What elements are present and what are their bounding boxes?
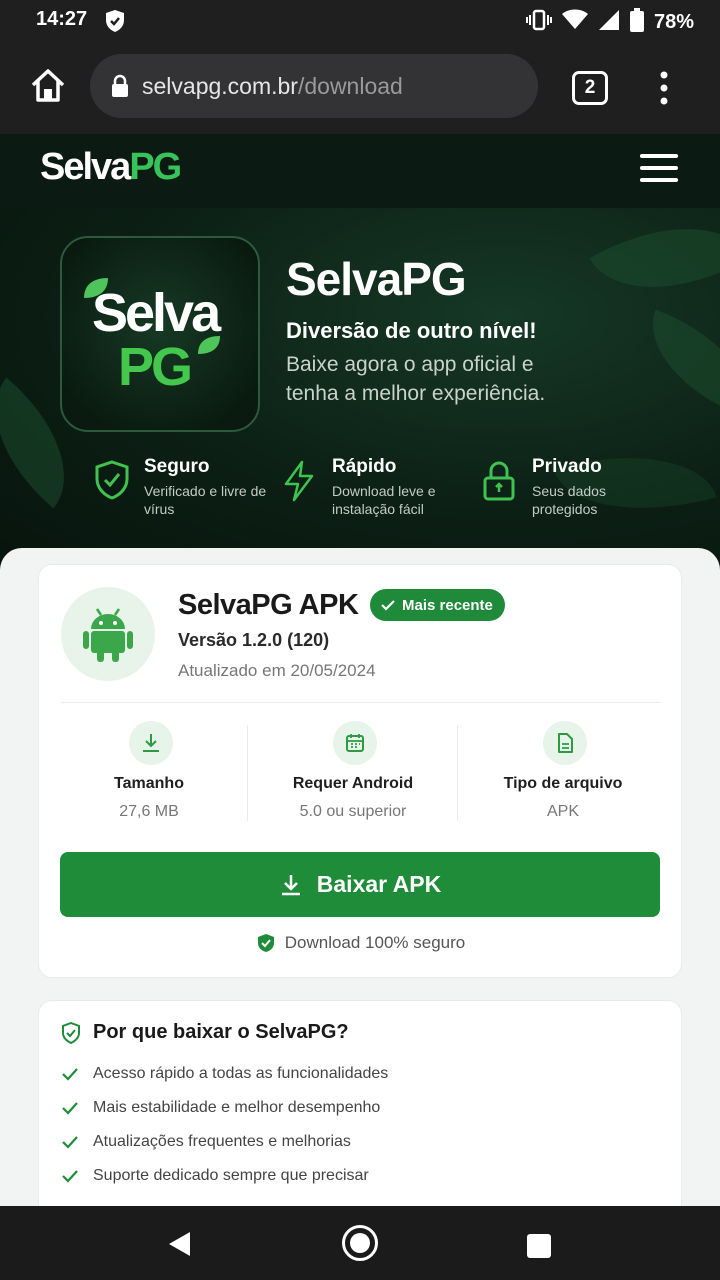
shield-check-icon [257,934,274,952]
benefits-list: Acesso rápido a todas as funcionalidades… [61,1063,388,1199]
benefit-item: Atualizações frequentes e melhorias [61,1131,388,1165]
shield-check-icon [94,460,130,505]
url-bar[interactable]: selvapg.com.br/download [90,54,538,118]
download-apk-button[interactable]: Baixar APK [60,852,660,917]
calendar-icon [333,721,377,765]
tile-text-pg: PG [118,337,193,397]
why-title: Por que baixar o SelvaPG? [93,1021,349,1043]
hero-description: Baixe agora o app oficial e tenha a melh… [286,353,546,405]
stat-separator [457,725,458,821]
home-nav-icon[interactable] [342,1225,378,1261]
benefit-text: Mais estabilidade e melhor desempenho [93,1099,381,1116]
lock-icon [482,460,516,507]
check-icon [62,1136,78,1149]
secure-download-note: Download 100% seguro [39,933,683,953]
feature-description: Download leve e instalação fácil [332,483,436,517]
stat-label: Tamanho [114,775,184,792]
download-button-label: Baixar APK [316,871,442,897]
secure-note-text: Download 100% seguro [284,933,466,952]
stat-label: Tipo de arquivo [503,775,623,792]
file-icon [543,721,587,765]
stat-label: Requer Android [292,775,414,792]
tab-switcher-button[interactable]: 2 [572,71,608,105]
check-icon [62,1102,78,1115]
stat-file-type: Tipo de arquivo APK [463,721,663,831]
stat-size: Tamanho 27,6 MB [49,721,249,831]
logo-text-pg: PG [129,146,182,188]
site-logo[interactable]: SelvaPG [40,146,182,189]
feature-title: Privado [532,456,602,477]
status-time: 14:27 [36,8,88,30]
hero-section: Selva PG SelvaPG Diversão de outro nível… [0,208,720,568]
recent-apps-icon[interactable] [527,1234,551,1258]
stat-value: APK [546,803,579,820]
vibrate-icon [525,9,552,36]
apk-version: Versão 1.2.0 (120) [178,630,330,650]
hamburger-menu-icon[interactable] [640,154,678,184]
feature-title: Seguro [144,456,210,477]
url-path: /download [297,73,403,99]
apk-title: SelvaPG APK [178,589,359,621]
app-logo-tile: Selva PG [60,236,260,432]
benefit-text: Suporte dedicado sempre que precisar [93,1167,369,1184]
latest-badge: Mais recente [370,589,505,621]
browser-toolbar: selvapg.com.br/download 2 [0,40,720,134]
system-nav-bar [0,1206,720,1280]
check-icon [62,1068,78,1081]
signal-icon [598,9,620,36]
download-icon [129,721,173,765]
leaf-icon [198,336,220,354]
battery-icon [629,8,644,37]
hero-title: SelvaPG [286,253,467,305]
feature-title: Rápido [332,456,397,477]
more-options-icon[interactable] [652,70,676,106]
download-icon [281,874,300,895]
benefit-item: Acesso rápido a todas as funcionalidades [61,1063,388,1097]
divider [61,702,661,703]
hero-subtitle: Diversão de outro nível! [286,318,537,343]
stat-separator [247,725,248,821]
site-header: SelvaPG [0,134,720,208]
benefit-text: Atualizações frequentes e melhorias [93,1133,351,1150]
stat-value: 5.0 ou superior [299,803,407,820]
status-right: 78% [525,8,694,37]
shield-status-icon [104,9,126,38]
apk-card: SelvaPG APK Mais recente Versão 1.2.0 (1… [38,564,682,978]
stat-android: Requer Android 5.0 ou superior [253,721,453,831]
android-avatar [61,587,155,681]
why-download-card: Por que baixar o SelvaPG? Acesso rápido … [38,1000,682,1206]
stat-value: 27,6 MB [119,803,179,820]
android-icon [83,608,133,662]
check-icon [381,600,395,611]
lightning-icon [282,460,316,507]
feature-description: Verificado e livre de vírus [144,483,267,517]
leaf-decoration [631,309,720,417]
wifi-icon [561,9,588,36]
check-icon [62,1170,78,1183]
content-area: SelvaPG APK Mais recente Versão 1.2.0 (1… [0,548,720,1206]
battery-percent: 78% [653,11,694,33]
back-icon[interactable] [168,1231,192,1262]
shield-check-icon [61,1021,81,1049]
url-text: selvapg.com.br/download [142,73,403,100]
benefit-item: Suporte dedicado sempre que precisar [61,1165,388,1199]
url-domain: selvapg.com.br [142,73,298,99]
benefit-item: Mais estabilidade e melhor desempenho [61,1097,388,1131]
feature-description: Seus dados protegidos [532,483,606,517]
apk-updated-date: Atualizado em 20/05/2024 [178,661,376,680]
logo-text-selva: Selva [40,146,131,188]
status-bar: 14:27 78% [0,0,720,40]
benefit-text: Acesso rápido a todas as funcionalidades [93,1065,389,1082]
lock-icon [110,74,130,103]
leaf-icon [84,278,108,298]
badge-label: Mais recente [402,596,493,614]
home-icon[interactable] [28,66,68,106]
